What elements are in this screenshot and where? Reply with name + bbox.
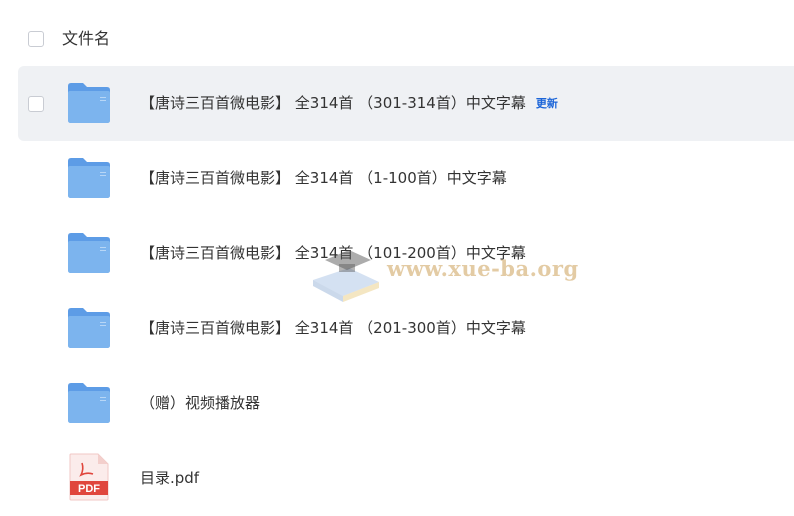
file-row[interactable]: （赠）视频播放器	[18, 366, 794, 441]
file-name[interactable]: 【唐诗三百首微电影】 全314首 （201-300首）中文字幕	[140, 317, 526, 339]
folder-icon	[68, 233, 110, 273]
folder-icon	[68, 308, 110, 348]
file-row[interactable]: 【唐诗三百首微电影】 全314首 （1-100首）中文字幕	[18, 141, 794, 216]
file-name[interactable]: 【唐诗三百首微电影】 全314首 （1-100首）中文字幕	[140, 167, 507, 189]
row-checkbox[interactable]	[28, 96, 44, 112]
pdf-icon-label: PDF	[78, 483, 100, 495]
folder-icon	[68, 383, 110, 423]
update-badge: 更新	[535, 97, 558, 110]
file-name[interactable]: （赠）视频播放器	[140, 392, 260, 414]
file-row[interactable]: 【唐诗三百首微电影】 全314首 （201-300首）中文字幕	[18, 291, 794, 366]
column-title-filename[interactable]: 文件名	[62, 29, 110, 49]
select-all-checkbox[interactable]	[28, 31, 44, 47]
file-row[interactable]: 【唐诗三百首微电影】 全314首 （301-314首）中文字幕 更新	[18, 66, 794, 141]
file-row[interactable]: PDF 目录.pdf	[18, 441, 794, 516]
pdf-file-icon: PDF	[69, 453, 109, 501]
folder-icon	[68, 158, 110, 198]
file-name-text[interactable]: 【唐诗三百首微电影】 全314首 （301-314首）中文字幕	[140, 94, 526, 112]
file-name[interactable]: 【唐诗三百首微电影】 全314首 （301-314首）中文字幕 更新	[140, 92, 558, 115]
file-name[interactable]: 目录.pdf	[140, 467, 199, 489]
folder-icon	[68, 83, 110, 123]
file-row[interactable]: 【唐诗三百首微电影】 全314首 （101-200首）中文字幕	[18, 216, 794, 291]
file-name[interactable]: 【唐诗三百首微电影】 全314首 （101-200首）中文字幕	[140, 242, 526, 264]
